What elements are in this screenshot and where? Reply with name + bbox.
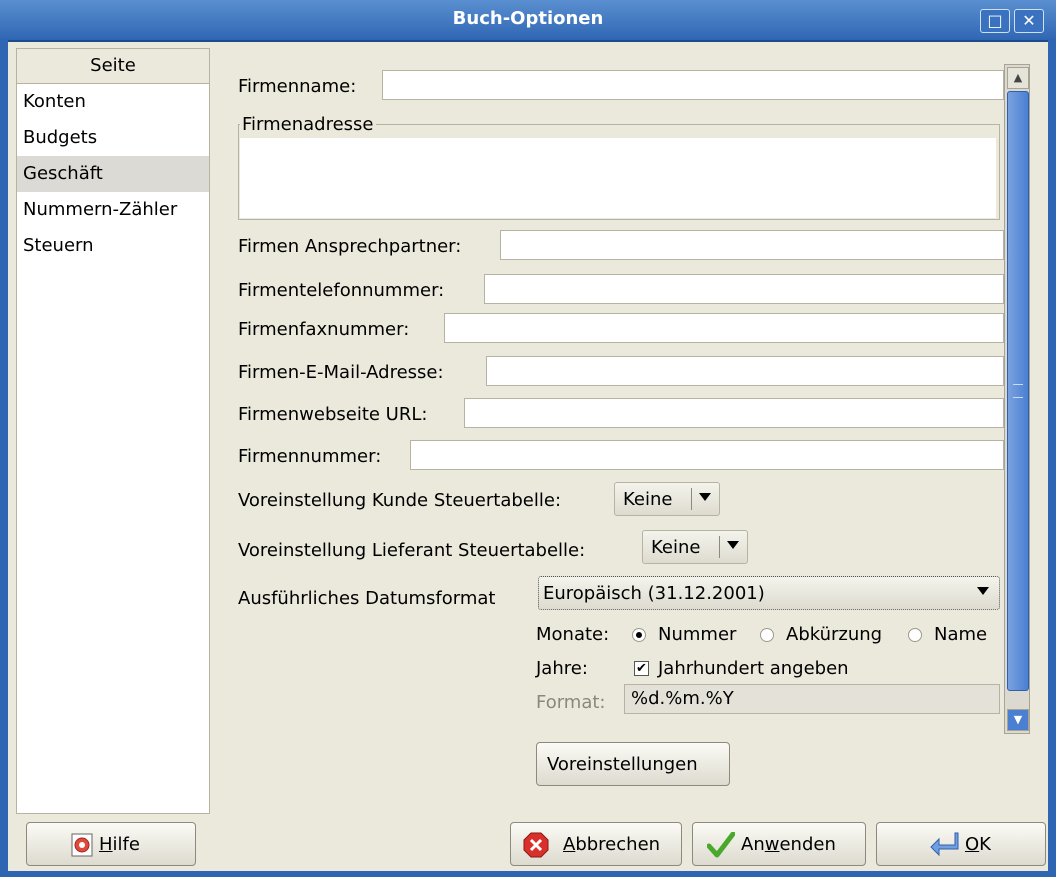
defaults-button-label: Voreinstellungen [547, 754, 698, 775]
combo-separator [691, 488, 692, 510]
window-frame-left [0, 40, 8, 877]
months-name-label: Name [934, 624, 988, 645]
phone-field[interactable] [484, 274, 1004, 304]
website-label: Firmenwebseite URL: [238, 404, 428, 425]
company-address-label: Firmenadresse [240, 114, 376, 135]
date-format-value: Europäisch (31.12.2001) [543, 583, 765, 604]
format-label: Format: [536, 692, 606, 713]
close-button[interactable]: ✕ [1014, 9, 1044, 33]
vendor-tax-label: Voreinstellung Lieferant Steuertabelle: [238, 540, 586, 561]
page-item-counters[interactable]: Nummern-Zähler [17, 192, 209, 228]
cancel-button-label: Abbrechen [563, 834, 661, 855]
cancel-button[interactable]: Abbrechen [510, 822, 682, 866]
months-name-radio[interactable] [908, 628, 922, 642]
scroll-down-arrow-icon[interactable]: ▼ [1007, 709, 1029, 731]
ok-button-label: OK [965, 834, 991, 855]
months-number-radio[interactable] [632, 628, 646, 642]
chevron-down-icon [977, 587, 989, 595]
title-bar: Buch-Optionen □ ✕ [0, 0, 1056, 42]
help-button-label: Hilfe [99, 834, 140, 855]
months-abbrev-radio[interactable] [760, 628, 774, 642]
page-item-tax[interactable]: Steuern [17, 228, 209, 264]
format-field[interactable]: %d.%m.%Y [624, 684, 1000, 714]
fax-field[interactable] [444, 313, 1004, 343]
vendor-tax-value: Keine [651, 537, 701, 558]
email-field[interactable] [486, 356, 1004, 386]
months-label: Monate: [536, 624, 610, 645]
customer-tax-label: Voreinstellung Kunde Steuertabelle: [238, 490, 562, 511]
website-field[interactable] [464, 398, 1004, 428]
phone-label: Firmentelefonnummer: [238, 280, 445, 301]
apply-button[interactable]: Anwenden [692, 822, 866, 866]
fax-label: Firmenfaxnummer: [238, 319, 410, 340]
maximize-button[interactable]: □ [980, 9, 1010, 33]
window-title: Buch-Optionen [452, 8, 604, 29]
century-checkbox-label: Jahrhundert angeben [658, 658, 849, 679]
window-frame-bottom [0, 871, 1056, 877]
business-options-panel: Firmenname: Firmenadresse Firmen Ansprec… [234, 60, 1004, 732]
century-checkbox[interactable]: ✔ [634, 661, 649, 676]
ok-button[interactable]: OK [876, 822, 1046, 866]
combo-separator [719, 536, 720, 558]
enter-arrow-icon [930, 832, 959, 857]
help-button[interactable]: Hilfe [26, 822, 196, 866]
vendor-tax-select[interactable]: Keine [642, 530, 748, 564]
company-name-field[interactable] [382, 70, 1004, 100]
checkmark-icon [707, 832, 735, 858]
window-frame-right [1048, 40, 1056, 877]
apply-button-label: Anwenden [741, 834, 836, 855]
vertical-scrollbar[interactable]: ▲ ▼ [1004, 64, 1030, 734]
years-label: Jahre: [536, 658, 588, 679]
help-icon [71, 833, 93, 857]
customer-tax-value: Keine [623, 489, 673, 510]
scroll-thumb[interactable] [1007, 91, 1029, 691]
company-name-label: Firmenname: [238, 76, 357, 97]
page-list: Seite Konten Budgets Geschäft Nummern-Zä… [16, 48, 210, 814]
contact-field[interactable] [500, 230, 1004, 260]
date-format-label: Ausführliches Datumsformat [238, 588, 496, 609]
customer-tax-select[interactable]: Keine [614, 482, 720, 516]
chevron-down-icon [699, 493, 711, 501]
defaults-button[interactable]: Voreinstellungen [536, 742, 730, 786]
page-list-header[interactable]: Seite [17, 49, 209, 84]
page-item-budgets[interactable]: Budgets [17, 120, 209, 156]
company-id-field[interactable] [410, 440, 1004, 470]
grip-icon [1013, 384, 1023, 398]
months-abbrev-label: Abkürzung [786, 624, 883, 645]
company-address-textarea[interactable] [240, 138, 996, 218]
cancel-icon [523, 832, 549, 858]
page-item-accounts[interactable]: Konten [17, 84, 209, 120]
email-label: Firmen-E-Mail-Adresse: [238, 362, 444, 383]
scroll-up-arrow-icon[interactable]: ▲ [1007, 67, 1029, 89]
chevron-down-icon [727, 541, 739, 549]
page-item-business[interactable]: Geschäft [17, 156, 209, 192]
dialog-window: Buch-Optionen □ ✕ Seite Konten Budgets G… [0, 0, 1056, 877]
date-format-select[interactable]: Europäisch (31.12.2001) [538, 576, 1000, 610]
format-value: %d.%m.%Y [631, 688, 734, 709]
months-number-label: Nummer [658, 624, 737, 645]
contact-label: Firmen Ansprechpartner: [238, 236, 462, 257]
company-id-label: Firmennummer: [238, 446, 382, 467]
